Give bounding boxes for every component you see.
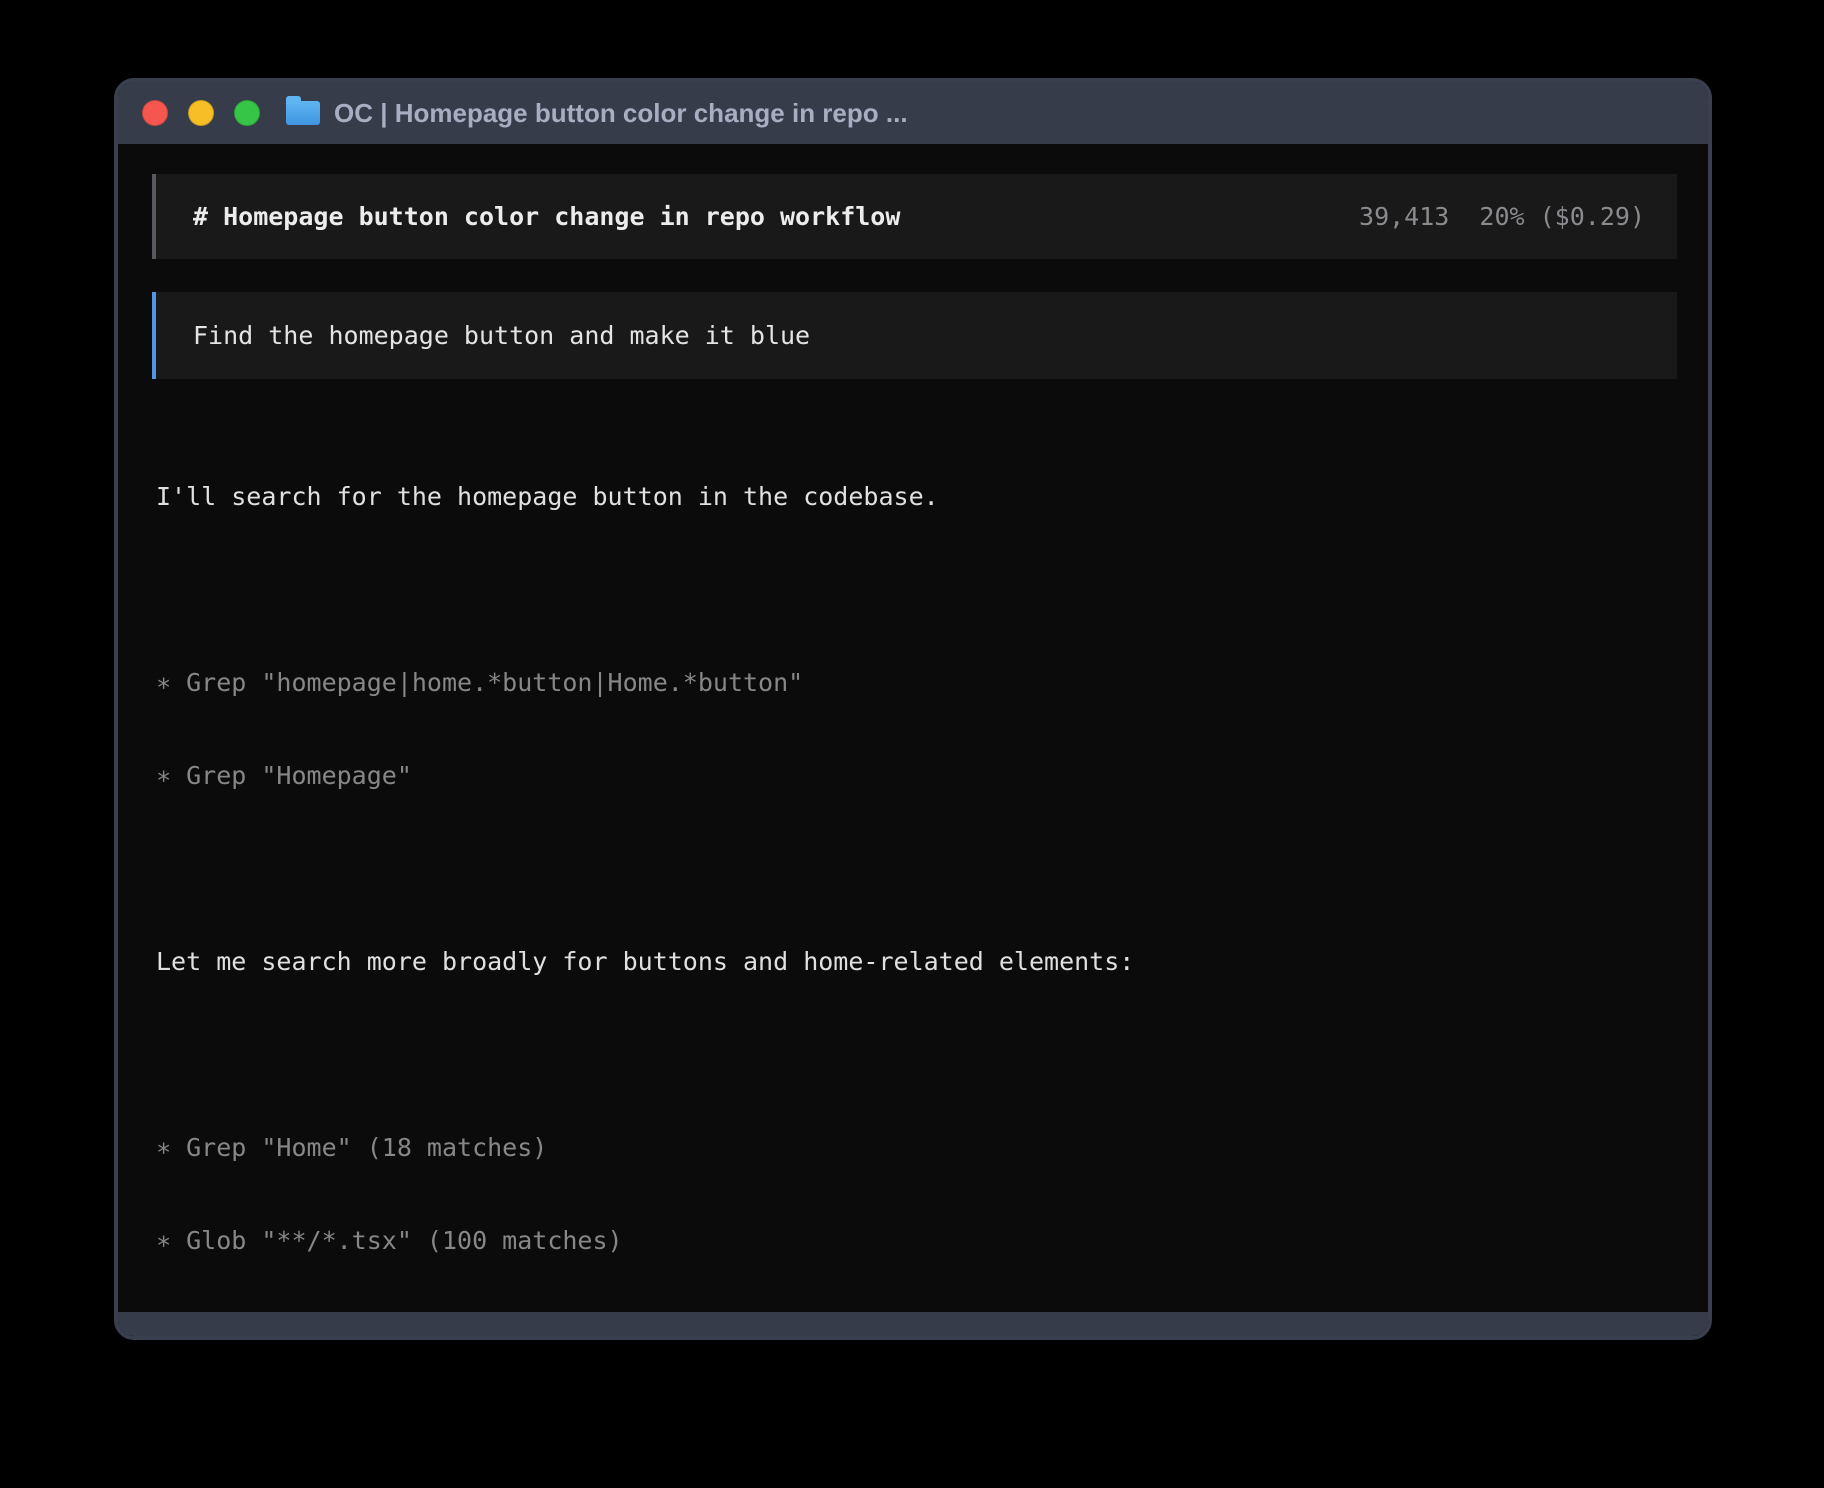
user-message: Find the homepage button and make it blu… — [152, 292, 1677, 379]
blank-line — [156, 574, 1677, 605]
session-metrics: 39,413 20% ($0.29) — [1359, 201, 1645, 232]
user-message-text: Find the homepage button and make it blu… — [193, 320, 810, 351]
tool-call-glob: ∗ Glob "**/*.tsx" (100 matches) — [156, 1225, 1677, 1256]
folder-icon — [286, 101, 320, 125]
window-title: OC | Homepage button color change in rep… — [334, 98, 908, 129]
terminal-window: OC | Homepage button color change in rep… — [114, 78, 1712, 1340]
terminal-content: # Homepage button color change in repo w… — [118, 144, 1708, 1312]
tool-call-grep: ∗ Grep "homepage|home.*button|Home.*butt… — [156, 667, 1677, 698]
zoom-button[interactable] — [234, 100, 260, 126]
assistant-text-line: I'll search for the homepage button in t… — [156, 481, 1677, 512]
blank-line — [156, 853, 1677, 884]
assistant-text-line: Let me search more broadly for buttons a… — [156, 946, 1677, 977]
tool-call-grep: ∗ Grep "Homepage" — [156, 760, 1677, 791]
transcript: I'll search for the homepage button in t… — [152, 419, 1677, 1312]
session-title: # Homepage button color change in repo w… — [193, 201, 900, 232]
minimize-button[interactable] — [188, 100, 214, 126]
close-button[interactable] — [142, 100, 168, 126]
tool-call-grep: ∗ Grep "Home" (18 matches) — [156, 1132, 1677, 1163]
blank-line — [156, 1039, 1677, 1070]
traffic-lights — [142, 100, 260, 126]
window-bottom-chrome — [118, 1312, 1708, 1336]
session-header: # Homepage button color change in repo w… — [152, 174, 1677, 259]
titlebar: OC | Homepage button color change in rep… — [118, 82, 1708, 144]
